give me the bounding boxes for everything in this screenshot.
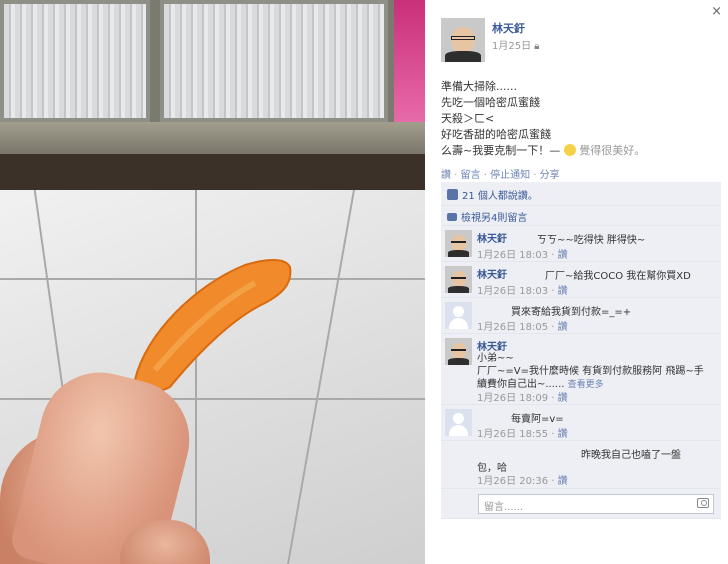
view-more-comments[interactable]: 檢視另4則留言 — [441, 206, 721, 226]
post-line: 先吃一個哈密瓜蜜餞 — [441, 96, 540, 109]
comment-item: 林天釪 厂厂~給我COCO 我在幫你買XD 1月26日 18:03 · 讚 — [441, 262, 721, 298]
comment-like-link[interactable]: 讚 — [558, 322, 568, 333]
comment-item: 每賣阿=v= 1月26日 18:55 · 讚 — [441, 405, 721, 441]
thumbs-up-icon — [447, 189, 458, 200]
comment-text: 昨晚我自己也嗑了一盤 — [581, 450, 681, 461]
comment-meta: 1月26日 20:36 · 讚 — [477, 476, 568, 487]
comment-meta: 1月26日 18:55 · 讚 — [477, 429, 568, 440]
photo-window-left — [0, 0, 150, 122]
commenter-avatar[interactable] — [445, 266, 472, 293]
comment-meta: 1月26日 18:03 · 讚 — [477, 286, 568, 297]
likes-row: 21 個人都說讚。 — [441, 182, 721, 206]
post-feeling: 覺得很美好。 — [579, 144, 646, 157]
see-more-link[interactable]: 查看更多 — [568, 380, 604, 390]
commenter-name[interactable]: 林天釪 — [477, 338, 507, 353]
unfollow-link[interactable]: 停止通知 — [490, 170, 530, 181]
photo-melon-chip — [133, 259, 292, 393]
comment-meta: 1月26日 18:03 · 讚 — [477, 250, 568, 261]
commenter-avatar[interactable] — [445, 409, 472, 436]
comment-bubble-icon — [447, 213, 457, 221]
comment-time[interactable]: 1月26日 20:36 — [477, 476, 548, 487]
comment-meta: 1月26日 18:05 · 讚 — [477, 322, 568, 333]
photo-window-frame — [150, 0, 160, 122]
post-meta: 1月25日 🔒︎ — [492, 37, 539, 52]
comment-text: ㄎㄎ~~吃得快 胖得快~ — [537, 235, 646, 246]
post-line: 好吃香甜的哈密瓜蜜餞 — [441, 128, 551, 141]
comment-text: 買來寄給我貨到付款=_=+ — [511, 307, 632, 318]
comment-text: 每賣阿=v= — [511, 414, 564, 425]
post-panel: × 林天釪 1月25日 🔒︎ 準備大掃除...... 先吃一個哈密瓜蜜餞 天殺＞ㄈ… — [425, 0, 728, 564]
post-body: 準備大掃除...... 先吃一個哈密瓜蜜餞 天殺＞ㄈ< 好吃香甜的哈密瓜蜜餞 么… — [441, 79, 725, 159]
likes-count-link[interactable]: 21 個人都說讚。 — [462, 191, 538, 202]
close-icon[interactable]: × — [711, 4, 722, 19]
reply-row: 留言...... — [441, 489, 721, 519]
comment-time[interactable]: 1月26日 18:55 — [477, 429, 548, 440]
comment-time[interactable]: 1月26日 18:09 — [477, 393, 548, 404]
commenter-name[interactable]: 林天釪 — [477, 266, 507, 281]
comment-line: 小弟~~ — [477, 353, 514, 364]
comment-item: 林天釪 ㄎㄎ~~吃得快 胖得快~ 1月26日 18:03 · 讚 — [441, 226, 721, 262]
photo-window-right — [160, 0, 388, 122]
post-actions: 讚 · 留言 · 停止通知 · 分享 — [441, 170, 560, 181]
post-line: 么壽~我要克制一下！— 覺得很美好。 — [441, 143, 725, 159]
comment-item: 買來寄給我貨到付款=_=+ 1月26日 18:05 · 讚 — [441, 298, 721, 334]
comment-item: 昨晚我自己也嗑了一盤 包，哈 1月26日 20:36 · 讚 — [441, 441, 721, 489]
share-link[interactable]: 分享 — [540, 170, 560, 181]
comment-time[interactable]: 1月26日 18:03 — [477, 250, 548, 261]
commenter-name[interactable]: 林天釪 — [477, 230, 507, 245]
photo-window-frame — [388, 0, 394, 122]
comment-meta: 1月26日 18:09 · 讚 — [477, 393, 568, 404]
comment-like-link[interactable]: 讚 — [558, 476, 568, 487]
lock-icon[interactable]: 🔒︎ — [534, 41, 539, 52]
commenter-avatar[interactable] — [445, 230, 472, 257]
comment-like-link[interactable]: 讚 — [558, 429, 568, 440]
comment-text: 厂厂~給我COCO 我在幫你買XD — [545, 271, 691, 282]
post-line: 準備大掃除...... — [441, 80, 517, 93]
photo-viewer[interactable] — [0, 0, 425, 564]
author-name[interactable]: 林天釪 — [492, 20, 525, 36]
comment-item: 林天釪 小弟~~ 厂厂~=V=我什麼時候 有貨到付款服務阿 飛踢~手 續費你自己… — [441, 334, 721, 405]
view-more-label: 檢視另4則留言 — [461, 213, 528, 224]
comment-time[interactable]: 1月26日 18:03 — [477, 286, 548, 297]
comment-text: 小弟~~ 厂厂~=V=我什麼時候 有貨到付款服務阿 飛踢~手 續費你自己出~..… — [477, 352, 717, 392]
commenter-avatar[interactable] — [445, 338, 472, 365]
comment-like-link[interactable]: 讚 — [558, 393, 568, 404]
comment-link[interactable]: 留言 — [461, 170, 481, 181]
photo-window-sill — [0, 122, 425, 154]
commenter-avatar[interactable] — [445, 302, 472, 329]
smile-icon — [563, 144, 576, 156]
photo-floor-step — [0, 154, 425, 190]
photo-pink-curtain — [392, 0, 425, 122]
post-line: 天殺＞ㄈ< — [441, 112, 495, 125]
comments-section: 21 個人都說讚。 檢視另4則留言 林天釪 ㄎㄎ~~吃得快 胖得快~ 1月26日… — [441, 182, 721, 519]
author-avatar[interactable] — [441, 18, 485, 62]
like-link[interactable]: 讚 — [441, 170, 451, 181]
comment-input-placeholder: 留言...... — [484, 502, 524, 513]
comment-time[interactable]: 1月26日 18:05 — [477, 322, 548, 333]
comment-input[interactable]: 留言...... — [478, 494, 714, 514]
camera-icon[interactable] — [697, 498, 709, 508]
comment-line: 厂厂~=V=我什麼時候 有貨到付款服務阿 飛踢~手 — [477, 366, 704, 377]
comment-like-link[interactable]: 讚 — [558, 250, 568, 261]
post-date[interactable]: 1月25日 — [492, 41, 531, 52]
comment-like-link[interactable]: 讚 — [558, 286, 568, 297]
post-last-line: 么壽~我要克制一下！— — [441, 144, 561, 157]
